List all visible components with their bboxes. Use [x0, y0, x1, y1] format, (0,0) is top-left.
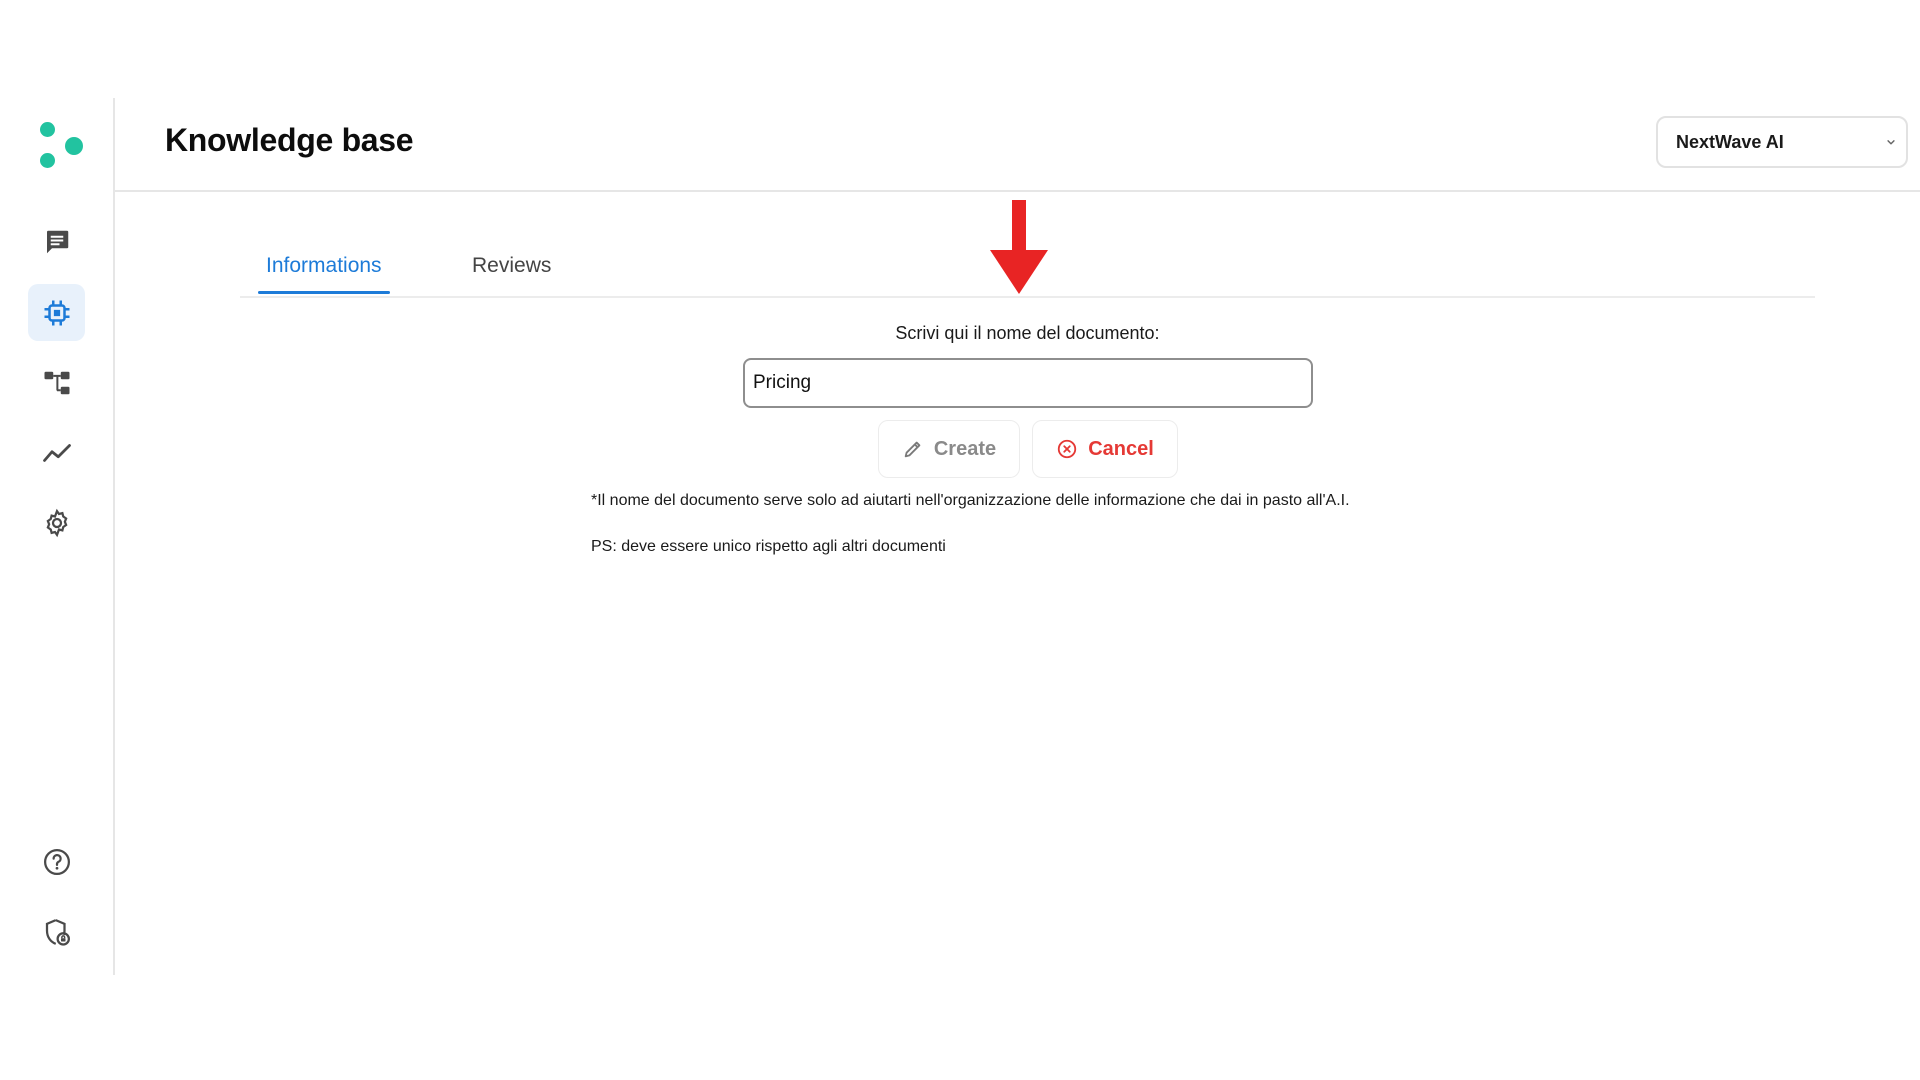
workspace-select[interactable]: NextWave AI	[1656, 116, 1908, 168]
pencil-icon	[904, 441, 921, 458]
close-circle-icon	[1058, 439, 1077, 459]
sidebar-item-workflow[interactable]	[28, 354, 85, 411]
document-name-label: Scrivi qui il nome del documento:	[895, 323, 1160, 343]
chevron-down-icon	[1887, 140, 1895, 145]
chat-icon	[46, 230, 68, 253]
page-title: Knowledge base	[165, 122, 414, 158]
helper-note: *Il nome del documento serve solo ad aiu…	[591, 492, 1350, 509]
create-button-label: Create	[933, 437, 997, 460]
chip-icon	[44, 300, 69, 325]
sidebar-item-analytics[interactable]	[28, 424, 85, 481]
unique-name-note: PS: deve essere unico rispetto agli altr…	[591, 538, 946, 555]
app-logo[interactable]	[38, 120, 84, 170]
cancel-button[interactable]: Cancel	[1032, 420, 1178, 478]
shield-lock-icon	[45, 918, 70, 946]
document-name-input[interactable]	[743, 358, 1313, 408]
sidebar-item-help[interactable]	[28, 833, 85, 890]
workspace-select-value: NextWave AI	[1676, 131, 1784, 152]
sidebar	[0, 98, 115, 975]
workflow-icon	[44, 371, 69, 394]
tab-informations[interactable]: Informations	[258, 254, 390, 294]
sidebar-item-settings[interactable]	[28, 494, 85, 551]
sidebar-item-security[interactable]	[28, 903, 85, 960]
tab-reviews[interactable]: Reviews	[472, 254, 551, 290]
cancel-button-label: Cancel	[1088, 437, 1154, 460]
page-header: Knowledge base NextWave AI	[115, 98, 1920, 192]
create-button[interactable]: Create	[878, 420, 1020, 478]
analytics-icon	[42, 443, 71, 462]
annotation-arrow-icon	[990, 200, 1048, 294]
sidebar-item-chat[interactable]	[28, 213, 85, 270]
sidebar-item-knowledge-base[interactable]	[28, 284, 85, 341]
help-icon	[43, 848, 70, 875]
gear-icon	[46, 508, 67, 537]
